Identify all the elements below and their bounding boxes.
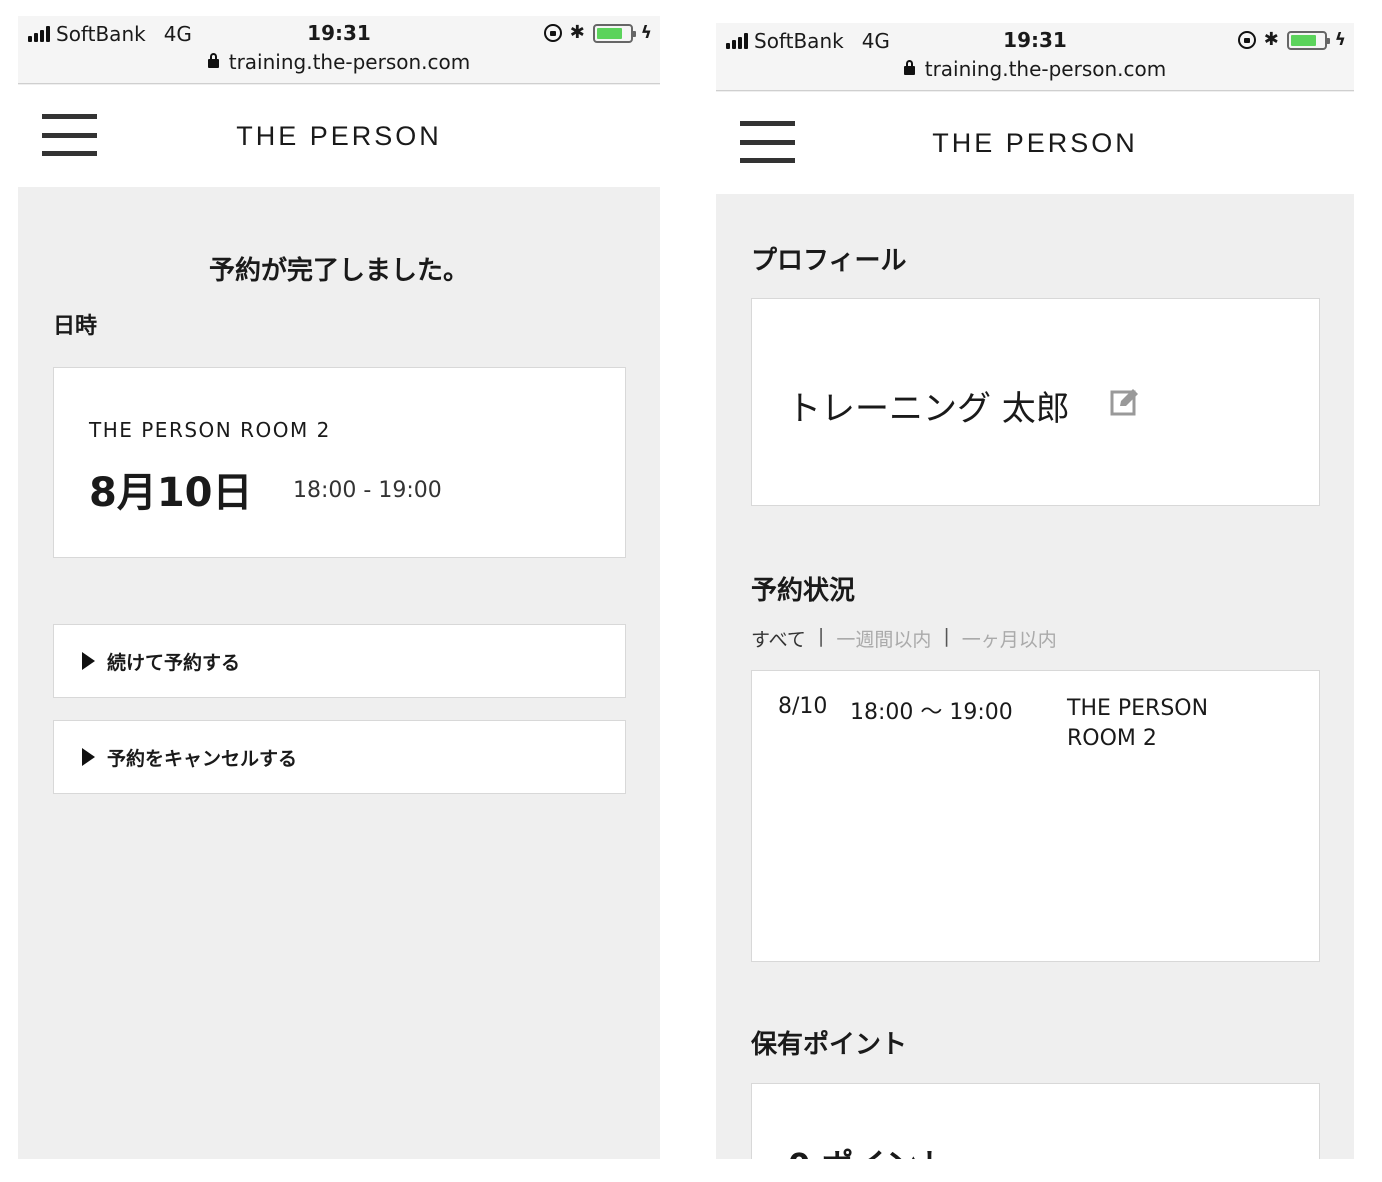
status-bar: SoftBank 4G 19:31 training.the-person.co…: [716, 23, 1354, 91]
completion-title: 予約が完了しました。: [208, 256, 469, 286]
reservation-room-line2: ROOM 2: [1067, 726, 1157, 751]
filter-month[interactable]: 一ヶ月以内: [962, 625, 1057, 652]
filter-all[interactable]: すべて: [751, 625, 806, 652]
filter-separator: |: [817, 625, 825, 647]
main-content: 予約が完了しました。 日時 THE PERSON ROOM 2 8月10日 18…: [18, 187, 660, 1159]
edit-icon[interactable]: [1110, 388, 1140, 416]
battery-icon: [1286, 30, 1330, 50]
triangle-right-icon: [82, 652, 95, 670]
profile-section-title: プロフィール: [751, 246, 907, 276]
status-right: ✱ ϟ: [543, 22, 652, 43]
address-bar[interactable]: training.the-person.com: [716, 57, 1354, 81]
datetime-label: 日時: [53, 314, 98, 339]
mypage-screen: SoftBank 4G 19:31 training.the-person.co…: [716, 23, 1354, 1159]
url-text: training.the-person.com: [924, 57, 1167, 81]
bluetooth-icon: ✱: [1263, 29, 1279, 50]
bluetooth-icon: ✱: [569, 22, 585, 43]
filter-separator: |: [943, 625, 950, 647]
battery-icon: [592, 23, 636, 43]
reservation-room-line1: THE PERSON: [1067, 696, 1209, 721]
main-content: プロフィール トレーニング 太郎 予約状況 すべて | 一週間以内 | 一ヶ月以…: [716, 194, 1354, 1159]
profile-name: トレーニング 太郎: [787, 389, 1070, 429]
brand-logo[interactable]: THE PERSON: [716, 128, 1354, 159]
url-text: training.the-person.com: [228, 50, 471, 74]
reservation-room: THE PERSON ROOM 2: [1067, 694, 1267, 754]
reservation-filter: すべて | 一週間以内 | 一ヶ月以内: [751, 625, 1057, 652]
points-section-title: 保有ポイント: [751, 1030, 908, 1060]
brand-logo[interactable]: THE PERSON: [18, 121, 660, 152]
status-bar: SoftBank 4G 19:31 training.the-person.co…: [18, 16, 660, 84]
charging-bolt-icon: ϟ: [1334, 30, 1346, 50]
address-bar[interactable]: training.the-person.com: [18, 50, 660, 74]
cancel-booking-button[interactable]: 予約をキャンセルする: [53, 720, 626, 794]
reservations-section-title: 予約状況: [751, 576, 856, 606]
points-card: 0 ポイント: [751, 1083, 1320, 1159]
continue-booking-button[interactable]: 続けて予約する: [53, 624, 626, 698]
site-header: THE PERSON: [18, 85, 660, 187]
room-name: THE PERSON ROOM 2: [89, 418, 331, 442]
site-header: THE PERSON: [716, 92, 1354, 194]
booking-detail-card: THE PERSON ROOM 2 8月10日 18:00 - 19:00: [53, 367, 626, 558]
charging-bolt-icon: ϟ: [640, 23, 652, 43]
booking-complete-screen: SoftBank 4G 19:31 training.the-person.co…: [18, 16, 660, 1159]
triangle-right-icon: [82, 748, 95, 766]
lock-icon: [903, 60, 915, 75]
rotation-lock-icon: [543, 24, 562, 42]
continue-booking-label: 続けて予約する: [107, 651, 241, 674]
status-right: ✱ ϟ: [1237, 29, 1346, 50]
reservation-time: 18:00 〜 19:00: [850, 700, 1013, 725]
reservation-date: 8/10: [778, 694, 828, 719]
booking-time: 18:00 - 19:00: [293, 478, 442, 503]
profile-card: トレーニング 太郎: [751, 298, 1320, 506]
reservation-list-card: 8/10 18:00 〜 19:00 THE PERSON ROOM 2: [751, 670, 1320, 962]
cancel-booking-label: 予約をキャンセルする: [107, 747, 298, 770]
booking-date: 8月10日: [89, 470, 253, 516]
lock-icon: [207, 53, 219, 68]
points-value: 0 ポイント: [788, 1140, 949, 1159]
rotation-lock-icon: [1237, 31, 1256, 49]
filter-week[interactable]: 一週間以内: [836, 625, 931, 652]
